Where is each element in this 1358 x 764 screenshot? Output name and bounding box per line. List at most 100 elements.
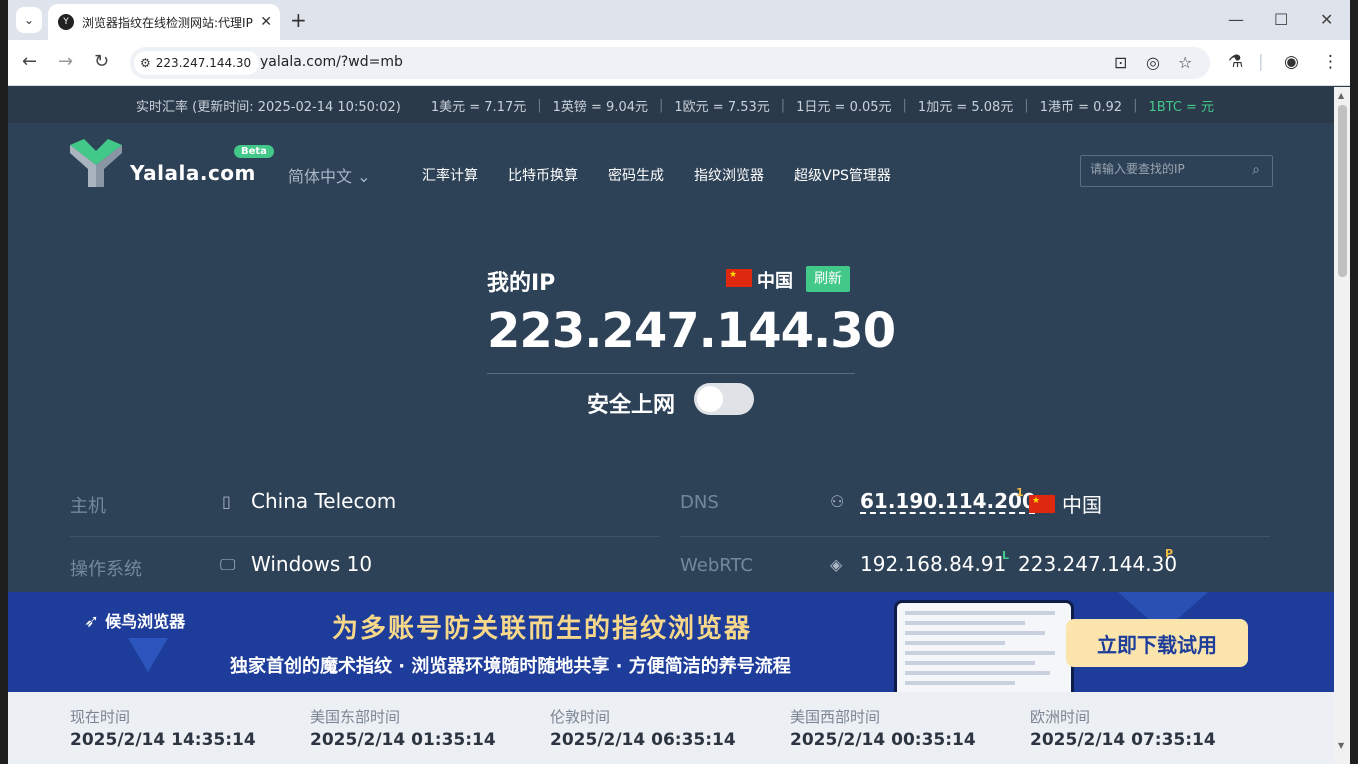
url-text[interactable]: yalala.com/?wd=mb: [260, 54, 403, 70]
clock-time: 2025/2/14 00:35:14: [790, 730, 976, 750]
webrtc-label: WebRTC: [680, 555, 753, 576]
labs-flask-icon[interactable]: ⚗: [1228, 52, 1243, 72]
new-tab-button[interactable]: +: [290, 8, 307, 32]
nav-vps-manager[interactable]: 超级VPS管理器: [794, 165, 891, 185]
layers-icon: ◈: [830, 555, 843, 574]
back-button[interactable]: ←: [22, 52, 37, 72]
clock-label: 美国西部时间: [790, 708, 881, 726]
more-menu-icon[interactable]: ⋮: [1322, 52, 1339, 72]
banner-brand-text: 候鸟浏览器: [105, 612, 186, 631]
scroll-down-icon[interactable]: ▼: [1338, 741, 1344, 750]
clock-time: 2025/2/14 01:35:14: [310, 730, 496, 750]
forward-button[interactable]: →: [58, 52, 73, 72]
host-row: 主机 ▯ China Telecom: [70, 474, 660, 536]
ip-search: ⌕: [1080, 155, 1273, 187]
public-tag: P: [1165, 547, 1174, 560]
minimize-button[interactable]: —: [1228, 8, 1244, 32]
site-header: Yalala.com Beta 简体中文 ⌄ 汇率计算 比特币换算 密码生成 指…: [8, 123, 1334, 223]
rate-gbp: 1英镑 = 9.04元: [552, 99, 648, 115]
banner-subtitle: 独家首创的魔术指纹 · 浏览器环境随时随地共享 · 方便简洁的养号流程: [230, 656, 791, 677]
tab-search-button[interactable]: ⌄: [16, 7, 42, 33]
bird-icon: ➶: [84, 611, 100, 632]
nav-fingerprint-browser[interactable]: 指纹浏览器: [694, 165, 764, 185]
clock-europe: 欧洲时间 2025/2/14 07:35:14: [1030, 706, 1216, 750]
os-value: Windows 10: [251, 552, 373, 576]
browser-toolbar: ← → ↻ ⚙ 223.247.144.30 yalala.com/?wd=mb…: [8, 40, 1350, 86]
browser-window: ⌄ Y 浏览器指纹在线检测网站:代理IP ✕ + — ☐ ✕ ← → ↻ ⚙ 2…: [8, 0, 1350, 764]
download-trial-button[interactable]: 立即下载试用: [1066, 619, 1248, 667]
yalala-logo-icon[interactable]: [70, 139, 122, 187]
site-chip-label: 223.247.144.30: [155, 56, 252, 70]
my-ip-label: 我的IP: [487, 271, 556, 296]
tune-icon: ⚙: [140, 56, 151, 70]
rate-timestamp: 实时汇率 (更新时间: 2025-02-14 10:50:02): [136, 99, 401, 115]
web-page: 实时汇率 (更新时间: 2025-02-14 10:50:02) 1美元 = 7…: [8, 87, 1334, 764]
ip-search-input[interactable]: [1090, 162, 1240, 176]
logo-text[interactable]: Yalala.com: [130, 161, 256, 185]
dns-count-badge: 1: [1016, 486, 1024, 499]
building-icon: ▯: [222, 492, 231, 511]
rate-cad: 1加元 = 5.08元: [917, 99, 1014, 115]
rate-eur: 1欧元 = 7.53元: [674, 99, 770, 115]
chevron-down-icon: ⌄: [23, 13, 35, 27]
clock-time: 2025/2/14 06:35:14: [550, 730, 736, 750]
banner-brand: ➶ 候鸟浏览器: [84, 608, 185, 632]
network-icon: ⚇: [830, 492, 845, 511]
os-label: 操作系统: [70, 559, 142, 580]
search-icon[interactable]: ⌕: [1252, 162, 1260, 178]
clock-time: 2025/2/14 14:35:14: [70, 730, 256, 750]
reload-button[interactable]: ↻: [94, 52, 109, 72]
tab-strip: ⌄ Y 浏览器指纹在线检测网站:代理IP ✕ + — ☐ ✕: [8, 0, 1350, 40]
clock-us-west: 美国西部时间 2025/2/14 00:35:14: [790, 706, 976, 750]
eye-off-icon[interactable]: ◎: [1146, 53, 1160, 72]
scroll-up-icon[interactable]: ▲: [1338, 91, 1344, 100]
address-bar[interactable]: ⚙ 223.247.144.30 yalala.com/?wd=mb ⊡ ◎ ☆: [130, 47, 1210, 79]
clock-label: 伦敦时间: [550, 708, 611, 726]
host-label: 主机: [70, 496, 106, 517]
dns-country: 中国: [1062, 493, 1102, 517]
refresh-button[interactable]: 刷新: [806, 266, 850, 292]
rate-jpy: 1日元 = 0.05元: [796, 99, 892, 115]
close-window-button[interactable]: ✕: [1320, 8, 1333, 32]
beta-badge: Beta: [234, 145, 274, 158]
decor-triangle: [128, 638, 168, 672]
china-flag-icon: ★: [726, 269, 752, 287]
rate-btc: 1BTC = 元: [1148, 99, 1215, 115]
toggle-knob: [697, 386, 723, 412]
active-tab[interactable]: Y 浏览器指纹在线检测网站:代理IP ✕: [48, 4, 280, 40]
clock-label: 美国东部时间: [310, 708, 401, 726]
safe-browsing-toggle[interactable]: [694, 383, 754, 415]
clock-label: 现在时间: [70, 708, 131, 726]
close-tab-icon[interactable]: ✕: [260, 14, 272, 30]
page-scrollbar[interactable]: ▲ ▼: [1334, 87, 1350, 764]
toolbar-divider: |: [1258, 52, 1264, 72]
local-tag: L: [1002, 549, 1010, 562]
webrtc-row: WebRTC ◈ 192.168.84.91 L 223.247.144.30 …: [680, 537, 1270, 599]
star-icon[interactable]: ☆: [1178, 53, 1192, 72]
clock-london: 伦敦时间 2025/2/14 06:35:14: [550, 706, 736, 750]
host-value: China Telecom: [251, 489, 397, 513]
ad-banner[interactable]: ➶ 候鸟浏览器 为多账号防关联而生的指纹浏览器 独家首创的魔术指纹 · 浏览器环境…: [8, 592, 1334, 692]
maximize-button[interactable]: ☐: [1274, 8, 1288, 32]
site-info-chip[interactable]: ⚙ 223.247.144.30: [134, 51, 260, 75]
rate-hkd: 1港币 = 0.92: [1039, 99, 1123, 115]
scroll-thumb[interactable]: [1338, 105, 1347, 277]
nav-password-gen[interactable]: 密码生成: [608, 165, 664, 185]
profile-icon[interactable]: ◉: [1284, 52, 1299, 72]
clock-us-east: 美国东部时间 2025/2/14 01:35:14: [310, 706, 496, 750]
clock-local: 现在时间 2025/2/14 14:35:14: [70, 706, 256, 750]
webrtc-local-ip: 192.168.84.91: [860, 552, 1007, 576]
nav-bitcoin-convert[interactable]: 比特币换算: [508, 165, 578, 185]
ip-country: 中国: [757, 271, 793, 292]
ip-address: 223.247.144.30: [487, 303, 896, 359]
dns-flag-icon: ★: [1029, 495, 1055, 513]
dns-ip[interactable]: 61.190.114.200: [860, 489, 1036, 513]
banner-screenshot: [894, 600, 1074, 692]
nav-exchange-calc[interactable]: 汇率计算: [422, 165, 478, 185]
os-row: 操作系统 🖵 Windows 10: [70, 537, 660, 599]
translate-icon[interactable]: ⊡: [1114, 53, 1127, 72]
clock-label: 欧洲时间: [1030, 708, 1091, 726]
language-selector[interactable]: 简体中文 ⌄: [288, 163, 371, 187]
clock-time: 2025/2/14 07:35:14: [1030, 730, 1216, 750]
monitor-icon: 🖵: [220, 555, 236, 574]
